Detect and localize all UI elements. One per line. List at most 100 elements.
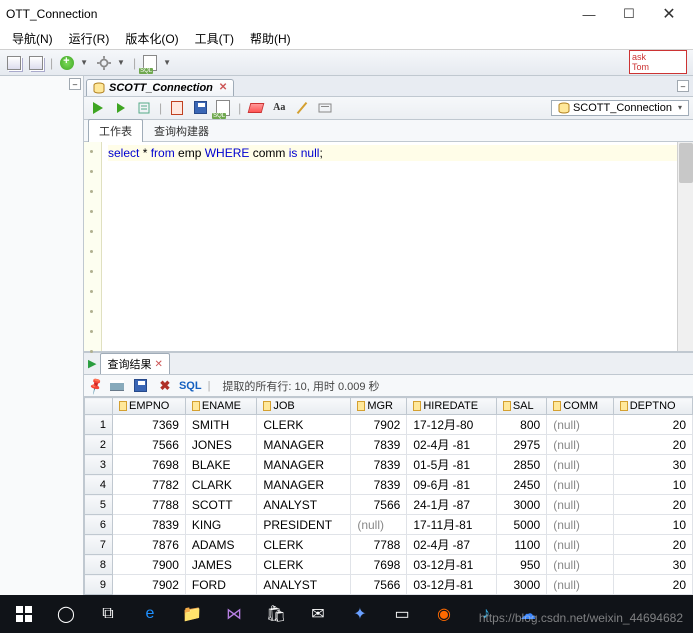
- connection-label: SCOTT_Connection: [573, 102, 672, 114]
- edge-icon[interactable]: e: [130, 596, 170, 632]
- app1-icon[interactable]: ✦: [340, 596, 380, 632]
- menu-run[interactable]: 运行(R): [61, 28, 118, 49]
- new-icon[interactable]: [57, 53, 77, 73]
- sql-dropdown-icon[interactable]: ▼: [163, 58, 171, 67]
- table-row[interactable]: 37698BLAKEMANAGER783901-5月 -812850(null)…: [85, 455, 693, 475]
- column-header[interactable]: COMM: [547, 398, 614, 415]
- dbms-output-icon[interactable]: [315, 98, 335, 118]
- ask-tom-box[interactable]: ask Tom: [629, 50, 687, 74]
- copy2-icon[interactable]: [26, 53, 46, 73]
- delete-icon[interactable]: ✖: [155, 376, 175, 396]
- sql-worksheet-icon[interactable]: SQL: [140, 53, 160, 73]
- explorer-icon[interactable]: 📁: [172, 596, 212, 632]
- task-view-icon[interactable]: ⧉: [88, 596, 128, 632]
- toolbar-separator: |: [50, 56, 53, 70]
- ask-line2: Tom: [632, 62, 684, 72]
- database-icon: [558, 102, 570, 114]
- autotrace-icon[interactable]: [167, 98, 187, 118]
- explain-plan-icon[interactable]: [134, 98, 154, 118]
- results-tab-label: 查询结果: [107, 356, 151, 372]
- sidebar-collapse-button[interactable]: –: [69, 78, 81, 90]
- edit-icon[interactable]: [292, 98, 312, 118]
- table-row[interactable]: 17369SMITHCLERK790217-12月-80800(null)20: [85, 415, 693, 435]
- document-tab-row: SCOTT_Connection ✕ –: [84, 76, 693, 97]
- cortana-icon[interactable]: ◯: [46, 596, 86, 632]
- worksheet-icon: [93, 82, 105, 94]
- maximize-button[interactable]: ☐: [609, 0, 649, 28]
- new-dropdown-icon[interactable]: ▼: [80, 58, 88, 67]
- editor-scrollbar[interactable]: [677, 142, 693, 351]
- column-header[interactable]: ENAME: [185, 398, 256, 415]
- sql-label[interactable]: SQL: [179, 380, 202, 392]
- table-row[interactable]: 57788SCOTTANALYST756624-1月 -873000(null)…: [85, 495, 693, 515]
- column-header[interactable]: HIREDATE: [407, 398, 497, 415]
- table-row[interactable]: 87900JAMESCLERK769803-12月-81950(null)30: [85, 555, 693, 575]
- close-button[interactable]: ✕: [649, 0, 689, 28]
- results-grid-wrap: EMPNOENAMEJOBMGRHIREDATESALCOMMDEPTNO 17…: [84, 397, 693, 595]
- minimize-button[interactable]: —: [569, 0, 609, 28]
- sql-editor[interactable]: select * from emp WHERE comm is null;: [102, 142, 693, 351]
- tab-expand-button[interactable]: –: [677, 80, 689, 92]
- table-row[interactable]: 27566JONESMANAGER783902-4月 -812975(null)…: [85, 435, 693, 455]
- run-script-icon[interactable]: [111, 98, 131, 118]
- column-header[interactable]: JOB: [257, 398, 351, 415]
- copy1-icon[interactable]: [4, 53, 24, 73]
- menu-help[interactable]: 帮助(H): [242, 28, 299, 49]
- results-panel: ▶ 查询结果 ✕ 📌 ✖ SQL | 提取的所有行: 10, 用时 0.009 …: [84, 351, 693, 595]
- window-title: OTT_Connection: [4, 7, 569, 21]
- column-header[interactable]: DEPTNO: [613, 398, 692, 415]
- app3-icon[interactable]: ◉: [424, 596, 464, 632]
- document-tab-close-icon[interactable]: ✕: [219, 82, 227, 93]
- clear-icon[interactable]: [246, 98, 266, 118]
- results-toolbar: 📌 ✖ SQL | 提取的所有行: 10, 用时 0.009 秒: [84, 375, 693, 397]
- gear-icon[interactable]: [94, 53, 114, 73]
- mail-icon[interactable]: ✉: [298, 596, 338, 632]
- format-icon[interactable]: Aa: [269, 98, 289, 118]
- document-tab-label: SCOTT_Connection: [109, 82, 213, 94]
- gear-dropdown-icon[interactable]: ▼: [117, 58, 125, 67]
- export-icon[interactable]: [131, 376, 151, 396]
- start-icon[interactable]: [4, 596, 44, 632]
- toolbar-separator2: |: [133, 56, 136, 70]
- editor-gutter: [84, 142, 102, 351]
- tab-query-builder[interactable]: 查询构建器: [143, 119, 220, 143]
- menu-tools[interactable]: 工具(T): [187, 28, 242, 49]
- table-row[interactable]: 97902FORDANALYST756603-12月-813000(null)2…: [85, 575, 693, 595]
- app2-icon[interactable]: ▭: [382, 596, 422, 632]
- print-icon[interactable]: [107, 376, 127, 396]
- store-icon[interactable]: 🛍: [256, 596, 296, 632]
- sql-toolbar: | SQL | Aa SCOTT_Connection: [84, 97, 693, 120]
- commit-icon[interactable]: [190, 98, 210, 118]
- results-sep: |: [208, 380, 211, 392]
- menu-bar: 导航(N) 运行(R) 版本化(O) 工具(T) 帮助(H): [0, 28, 693, 50]
- view-tabs: 工作表 查询构建器: [84, 120, 693, 142]
- results-status: 提取的所有行: 10, 用时 0.009 秒: [222, 378, 379, 394]
- table-row[interactable]: 77876ADAMSCLERK778802-4月 -871100(null)20: [85, 535, 693, 555]
- results-tab[interactable]: 查询结果 ✕: [100, 353, 169, 374]
- results-tab-close-icon[interactable]: ✕: [154, 359, 162, 370]
- results-run-icon: ▶: [88, 357, 96, 370]
- column-header[interactable]: SAL: [496, 398, 546, 415]
- menu-version[interactable]: 版本化(O): [117, 28, 186, 49]
- title-bar: OTT_Connection — ☐ ✕: [0, 0, 693, 28]
- column-header[interactable]: MGR: [351, 398, 407, 415]
- tab-worksheet[interactable]: 工作表: [88, 119, 143, 143]
- menu-nav[interactable]: 导航(N): [4, 28, 61, 49]
- table-row[interactable]: 67839KINGPRESIDENT(null)17-11月-815000(nu…: [85, 515, 693, 535]
- vs-icon[interactable]: ⋈: [214, 596, 254, 632]
- run-statement-icon[interactable]: [88, 98, 108, 118]
- ask-line1: ask: [632, 52, 684, 62]
- table-row[interactable]: 47782CLARKMANAGER783909-6月 -812450(null)…: [85, 475, 693, 495]
- windows-taskbar: ◯ ⧉ e 📁 ⋈ 🛍 ✉ ✦ ▭ ◉ ♪ ☁ https://blog.csd…: [0, 595, 693, 633]
- column-header[interactable]: EMPNO: [113, 398, 186, 415]
- sqltb-sep2: |: [238, 101, 241, 115]
- watermark: https://blog.csdn.net/weixin_44694682: [479, 611, 683, 625]
- results-tab-row: ▶ 查询结果 ✕: [84, 353, 693, 375]
- connection-selector[interactable]: SCOTT_Connection: [551, 100, 689, 116]
- left-sidebar: –: [0, 76, 84, 595]
- pin-icon[interactable]: 📌: [86, 376, 106, 396]
- document-tab[interactable]: SCOTT_Connection ✕: [86, 79, 234, 96]
- results-grid[interactable]: EMPNOENAMEJOBMGRHIREDATESALCOMMDEPTNO 17…: [84, 397, 693, 595]
- sql-editor-area: select * from emp WHERE comm is null;: [84, 142, 693, 351]
- sql-history-icon[interactable]: SQL: [213, 98, 233, 118]
